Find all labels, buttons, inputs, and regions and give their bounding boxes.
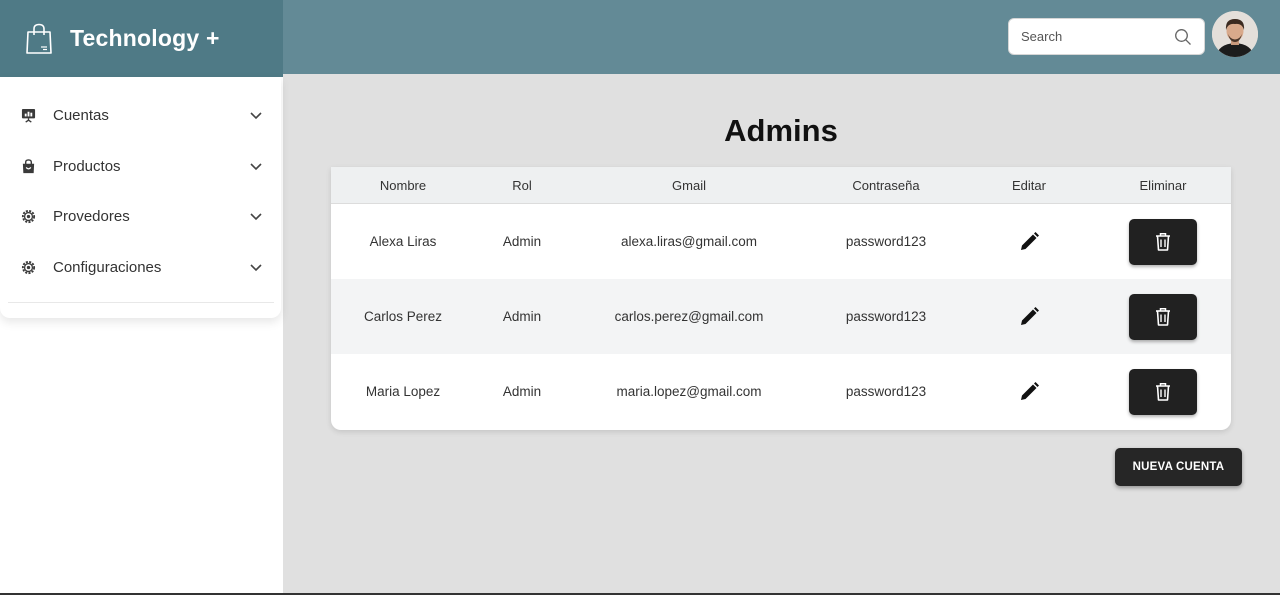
- cell-password: password123: [845, 234, 927, 249]
- sidebar-item-configuraciones[interactable]: Configuraciones: [0, 247, 281, 287]
- pencil-icon: [1021, 307, 1039, 325]
- sidebar-item-provedores[interactable]: Provedores: [0, 196, 281, 236]
- edit-button[interactable]: [1017, 380, 1041, 404]
- new-account-button[interactable]: NUEVA CUENTA: [1115, 448, 1242, 486]
- delete-button[interactable]: [1129, 219, 1197, 265]
- sidebar-item-label: Cuentas: [53, 106, 109, 124]
- admins-table: Nombre Rol Gmail Contraseña Editar Elimi…: [331, 167, 1231, 430]
- column-header-gmail: Gmail: [672, 178, 706, 193]
- top-bar: [283, 0, 1280, 74]
- chevron-down-icon: [248, 259, 264, 275]
- sidebar-item-productos[interactable]: Productos: [0, 146, 281, 186]
- column-header-rol: Rol: [512, 178, 532, 193]
- pencil-icon: [1021, 382, 1039, 400]
- menu-divider: [8, 302, 274, 303]
- gear-icon: [20, 259, 36, 275]
- gear-icon: [20, 208, 36, 224]
- edit-button[interactable]: [1017, 230, 1041, 254]
- search-input[interactable]: [1021, 29, 1171, 44]
- cell-password: password123: [845, 309, 927, 324]
- avatar[interactable]: [1212, 11, 1258, 57]
- edit-button[interactable]: [1017, 305, 1041, 329]
- cell-nombre: Alexa Liras: [369, 234, 437, 249]
- chevron-down-icon: [248, 107, 264, 123]
- shopping-bag-icon: [20, 158, 36, 174]
- brand-header: Technology +: [0, 0, 283, 77]
- table-row: Carlos Perez Admin carlos.perez@gmail.co…: [331, 279, 1231, 354]
- cell-gmail: alexa.liras@gmail.com: [621, 234, 757, 249]
- page-title: Admins: [724, 113, 838, 148]
- trash-icon: [1156, 383, 1170, 401]
- presentation-chart-icon: [20, 107, 36, 123]
- cell-password: password123: [845, 384, 927, 399]
- table-row: Maria Lopez Admin maria.lopez@gmail.com …: [331, 354, 1231, 429]
- delete-button[interactable]: [1129, 369, 1197, 415]
- column-header-nombre: Nombre: [379, 178, 427, 193]
- brand-title: Technology +: [70, 25, 220, 51]
- cell-nombre: Maria Lopez: [365, 384, 441, 399]
- cell-rol: Admin: [502, 234, 542, 249]
- trash-icon: [1156, 308, 1170, 326]
- trash-icon: [1156, 233, 1170, 251]
- column-header-editar: Editar: [1012, 178, 1046, 193]
- column-header-contrasena: Contraseña: [852, 178, 920, 193]
- table-row: Alexa Liras Admin alexa.liras@gmail.com …: [331, 204, 1231, 279]
- cell-gmail: maria.lopez@gmail.com: [616, 384, 762, 399]
- chevron-down-icon: [248, 208, 264, 224]
- column-header-eliminar: Eliminar: [1139, 178, 1187, 193]
- chevron-down-icon: [248, 158, 264, 174]
- cell-nombre: Carlos Perez: [363, 309, 443, 324]
- cell-rol: Admin: [502, 384, 542, 399]
- cell-rol: Admin: [502, 309, 542, 324]
- delete-button[interactable]: [1129, 294, 1197, 340]
- sidebar-item-label: Configuraciones: [53, 258, 162, 276]
- sidebar-item-label: Provedores: [53, 207, 130, 225]
- pencil-icon: [1021, 232, 1039, 250]
- sidebar-item-cuentas[interactable]: Cuentas: [0, 95, 281, 135]
- search-icon[interactable]: [1174, 28, 1192, 46]
- shopping-bag-icon: [24, 23, 54, 55]
- cell-gmail: carlos.perez@gmail.com: [614, 309, 764, 324]
- search-box: [1008, 18, 1205, 55]
- sidebar-menu: Cuentas Productos Provedores Configuraci…: [0, 77, 281, 318]
- sidebar: Technology + Cuentas Productos Provedore…: [0, 0, 283, 595]
- sidebar-item-label: Productos: [53, 157, 121, 175]
- table-header: Nombre Rol Gmail Contraseña Editar Elimi…: [331, 167, 1231, 204]
